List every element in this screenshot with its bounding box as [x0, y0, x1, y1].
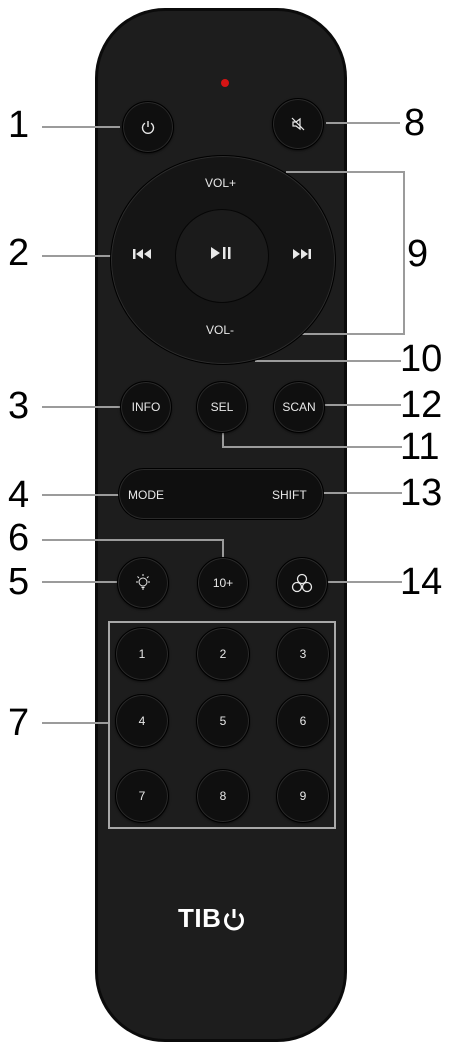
next-track-icon	[292, 247, 312, 261]
callout-2: 2	[8, 232, 30, 274]
vol-up-button[interactable]: VOL+	[205, 176, 236, 190]
leader-line-1	[42, 126, 120, 128]
keypad-label-7: 7	[138, 789, 146, 803]
vol-down-button[interactable]: VOL-	[206, 323, 234, 337]
leader-line-9-top	[286, 171, 404, 173]
previous-track-button[interactable]	[130, 244, 154, 264]
leader-line-12	[321, 404, 401, 406]
keypad-label-6: 6	[299, 714, 307, 728]
three-circles-button[interactable]	[276, 557, 328, 609]
leader-line-3	[42, 406, 122, 408]
leader-line-10-h	[255, 360, 401, 362]
play-pause-icon	[210, 245, 234, 261]
callout-10: 10	[400, 338, 443, 380]
light-bulb-icon	[132, 572, 154, 594]
callout-9: 9	[407, 233, 429, 275]
info-button[interactable]: INFO	[120, 381, 172, 433]
keypad-label-3: 3	[299, 647, 307, 661]
callout-14: 14	[400, 561, 443, 603]
callout-3: 3	[8, 385, 30, 427]
callout-6: 6	[8, 517, 30, 559]
info-label: INFO	[131, 400, 161, 414]
scan-button[interactable]: SCAN	[273, 381, 325, 433]
shift-button[interactable]: SHIFT	[272, 488, 307, 502]
brand-text: TIB	[178, 903, 222, 933]
callout-5: 5	[8, 561, 30, 603]
leader-line-2	[42, 255, 120, 257]
leader-line-7	[42, 722, 110, 724]
keypad-button-6[interactable]: 6	[276, 694, 330, 748]
play-pause-icon-wrap	[210, 245, 234, 263]
keypad-label-1: 1	[138, 647, 146, 661]
sel-label: SEL	[210, 400, 234, 414]
scan-label: SCAN	[282, 400, 316, 414]
power-icon	[140, 119, 156, 135]
keypad-label-5: 5	[219, 714, 227, 728]
leader-line-5	[42, 581, 122, 583]
keypad-button-9[interactable]: 9	[276, 769, 330, 823]
previous-track-icon	[132, 247, 152, 261]
keypad-button-8[interactable]: 8	[196, 769, 250, 823]
mute-button[interactable]	[272, 98, 324, 150]
brand-logo: TIB	[178, 903, 246, 934]
leader-line-6-h	[42, 539, 224, 541]
leader-line-13	[322, 492, 402, 494]
remote-diagram: 1 8 2 9 10 3 12 11 4 13 6 5 14 7 VOL+ VO…	[0, 0, 459, 1050]
keypad-label-9: 9	[299, 789, 307, 803]
callout-1: 1	[8, 104, 30, 146]
light-button[interactable]	[117, 557, 169, 609]
leader-line-9-right	[403, 171, 405, 335]
next-track-button[interactable]	[290, 244, 314, 264]
keypad-label-8: 8	[219, 789, 227, 803]
leader-line-4	[42, 494, 122, 496]
keypad-button-1[interactable]: 1	[115, 627, 169, 681]
ten-plus-button[interactable]: 10+	[197, 557, 249, 609]
callout-7: 7	[8, 702, 30, 744]
callout-12: 12	[400, 384, 443, 426]
leader-line-14	[322, 581, 402, 583]
callout-4: 4	[8, 474, 30, 516]
keypad-label-4: 4	[138, 714, 146, 728]
ten-plus-label: 10+	[212, 576, 234, 590]
sel-button[interactable]: SEL	[196, 381, 248, 433]
leader-line-11-h	[222, 446, 402, 448]
power-button[interactable]	[122, 101, 174, 153]
callout-8: 8	[404, 102, 426, 144]
leader-line-8	[326, 122, 400, 124]
callout-13: 13	[400, 472, 443, 514]
status-led	[221, 79, 229, 87]
leader-line-6-v	[222, 539, 224, 559]
power-glyph-icon	[222, 906, 246, 932]
keypad-button-7[interactable]: 7	[115, 769, 169, 823]
keypad-button-2[interactable]: 2	[196, 627, 250, 681]
mute-icon	[290, 116, 306, 132]
mode-button[interactable]: MODE	[128, 488, 164, 502]
keypad-button-3[interactable]: 3	[276, 627, 330, 681]
keypad-button-5[interactable]: 5	[196, 694, 250, 748]
callout-11: 11	[400, 426, 440, 468]
keypad-button-4[interactable]: 4	[115, 694, 169, 748]
keypad-label-2: 2	[219, 647, 227, 661]
three-circles-icon	[290, 572, 314, 594]
